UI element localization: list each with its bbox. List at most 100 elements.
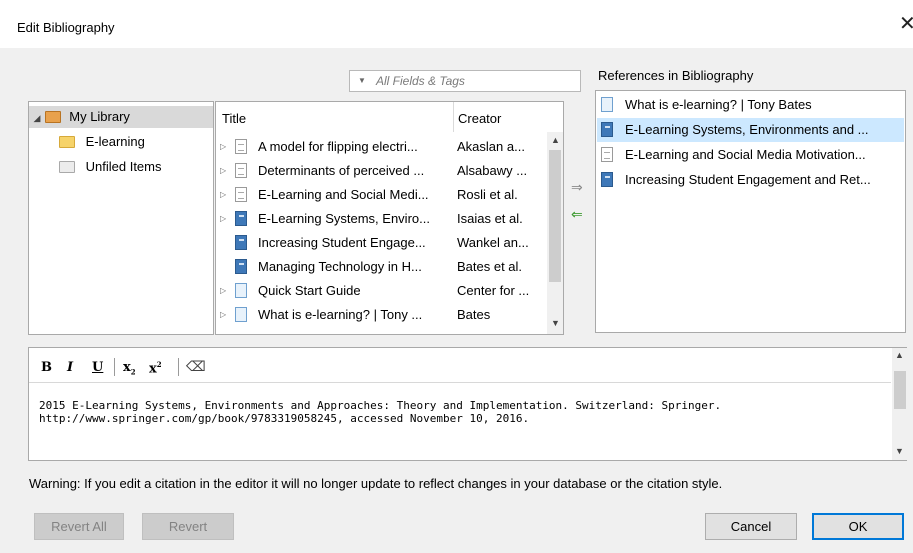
web-page-icon xyxy=(601,97,613,112)
table-row[interactable]: ▷ E-Learning Systems, Enviro... Isaias e… xyxy=(216,208,546,230)
bibliography-item-text: E-Learning Systems, Environments and ... xyxy=(625,122,869,137)
document-icon xyxy=(235,139,247,154)
items-scrollbar[interactable]: ▲ ▼ xyxy=(547,132,563,334)
table-row[interactable]: ▷ Quick Start Guide Center for ... xyxy=(216,280,546,302)
superscript-label: x xyxy=(149,361,157,377)
row-title: E-Learning and Social Medi... xyxy=(258,187,429,202)
table-row[interactable]: Managing Technology in H... Bates et al. xyxy=(216,256,546,278)
folder-icon xyxy=(59,135,75,148)
table-row[interactable]: ▷ Determinants of perceived ... Alsabawy… xyxy=(216,160,546,182)
expand-triangle-icon[interactable]: ▷ xyxy=(220,184,226,206)
tree-item-unfiled-items[interactable]: Unfiled Items xyxy=(59,156,162,178)
bold-button[interactable]: B xyxy=(41,360,52,375)
scroll-up-icon[interactable]: ▲ xyxy=(895,350,904,360)
tree-item-label: My Library xyxy=(69,109,130,124)
row-creator: Alsabawy ... xyxy=(457,163,528,178)
add-to-bibliography-arrow-icon[interactable]: ⇒ xyxy=(571,180,583,194)
table-row[interactable]: ▷ E-Learning and Social Medi... Rosli et… xyxy=(216,184,546,206)
document-icon xyxy=(235,163,247,178)
row-title: What is e-learning? | Tony ... xyxy=(258,307,423,322)
row-creator: Wankel an... xyxy=(457,235,529,250)
row-title: Increasing Student Engage... xyxy=(258,235,426,250)
row-title: Managing Technology in H... xyxy=(258,259,422,274)
tree-item-label: E-learning xyxy=(85,134,145,149)
column-divider[interactable] xyxy=(453,102,454,132)
tree-item-e-learning[interactable]: E-learning xyxy=(59,131,145,153)
items-table[interactable]: Title Creator ▷ A model for flipping ele… xyxy=(215,101,564,335)
scroll-up-icon[interactable]: ▲ xyxy=(551,135,560,145)
scroll-down-icon[interactable]: ▼ xyxy=(551,318,560,328)
bibliography-item[interactable]: Increasing Student Engagement and Ret... xyxy=(597,168,904,192)
bibliography-label: References in Bibliography xyxy=(598,68,754,83)
remove-from-bibliography-arrow-icon[interactable]: ⇐ xyxy=(571,207,583,221)
warning-message: Warning: If you edit a citation in the e… xyxy=(29,476,723,491)
expand-triangle-icon[interactable]: ▷ xyxy=(220,208,226,230)
bibliography-list[interactable]: What is e-learning? | Tony Bates E-Learn… xyxy=(595,90,906,333)
expand-triangle-icon[interactable]: ▷ xyxy=(220,160,226,182)
bibliography-item-text: What is e-learning? | Tony Bates xyxy=(625,97,812,112)
toolbar-divider xyxy=(29,382,891,383)
bibliography-item[interactable]: E-Learning Systems, Environments and ... xyxy=(597,118,904,142)
scrollbar-thumb[interactable] xyxy=(894,371,906,409)
column-header-creator[interactable]: Creator xyxy=(458,102,501,132)
cancel-button[interactable]: Cancel xyxy=(705,513,797,540)
citation-text[interactable]: 2015 E-Learning Systems, Environments an… xyxy=(39,399,889,425)
web-page-icon xyxy=(235,283,247,298)
close-icon[interactable]: ✕ xyxy=(899,14,913,34)
web-page-icon xyxy=(235,307,247,322)
chevron-down-icon[interactable]: ▼ xyxy=(358,76,366,85)
document-icon xyxy=(601,147,613,162)
row-creator: Akaslan a... xyxy=(457,139,525,154)
subscript-label: x xyxy=(123,360,131,375)
row-title: Quick Start Guide xyxy=(258,283,361,298)
column-header-title[interactable]: Title xyxy=(222,102,246,132)
italic-button[interactable]: I xyxy=(67,360,73,375)
row-creator: Isaias et al. xyxy=(457,211,523,226)
toolbar-separator xyxy=(178,358,179,376)
expand-triangle-icon[interactable]: ▷ xyxy=(220,136,226,158)
library-folder-icon xyxy=(44,110,61,123)
scroll-down-icon[interactable]: ▼ xyxy=(895,446,904,456)
row-creator: Bates xyxy=(457,307,491,322)
book-icon xyxy=(235,259,247,274)
title-bar xyxy=(0,0,913,48)
bibliography-item[interactable]: What is e-learning? | Tony Bates xyxy=(597,93,904,117)
bibliography-item-text: E-Learning and Social Media Motivation..… xyxy=(625,147,866,162)
toolbar-separator xyxy=(114,358,115,376)
search-placeholder: All Fields & Tags xyxy=(376,74,465,88)
revert-all-button[interactable]: Revert All xyxy=(34,513,124,540)
search-filter-input[interactable]: ▼ All Fields & Tags xyxy=(349,70,581,92)
superscript-button[interactable]: x2 xyxy=(149,360,162,376)
row-title: Determinants of perceived ... xyxy=(258,163,425,178)
book-icon xyxy=(235,235,247,250)
bibliography-item[interactable]: E-Learning and Social Media Motivation..… xyxy=(597,143,904,167)
eraser-icon[interactable]: ⌫ xyxy=(186,359,206,375)
book-icon xyxy=(235,211,247,226)
tree-item-label: Unfiled Items xyxy=(85,159,162,174)
library-tree[interactable]: ◢ My Library E-learning Unfiled Items xyxy=(28,101,214,335)
book-icon xyxy=(601,122,613,137)
expand-triangle-icon[interactable]: ▷ xyxy=(220,304,226,326)
scrollbar-thumb[interactable] xyxy=(549,150,561,282)
bibliography-item-text: Increasing Student Engagement and Ret... xyxy=(625,172,871,187)
editor-scrollbar[interactable]: ▲ ▼ xyxy=(892,348,907,460)
row-creator: Center for ... xyxy=(457,283,530,298)
row-title: A model for flipping electri... xyxy=(258,139,418,154)
expand-triangle-icon[interactable]: ▷ xyxy=(220,280,226,302)
unfiled-folder-icon xyxy=(59,160,75,173)
row-title: E-Learning Systems, Enviro... xyxy=(258,211,430,226)
ok-button[interactable]: OK xyxy=(812,513,904,540)
table-row[interactable]: Increasing Student Engage... Wankel an..… xyxy=(216,232,546,254)
table-row[interactable]: ▷ A model for flipping electri... Akasla… xyxy=(216,136,546,158)
table-row[interactable]: ▷ What is e-learning? | Tony ... Bates xyxy=(216,304,546,326)
revert-button[interactable]: Revert xyxy=(142,513,234,540)
row-creator: Bates et al. xyxy=(457,259,523,274)
tree-item-my-library[interactable]: ◢ My Library xyxy=(29,106,213,128)
row-creator: Rosli et al. xyxy=(457,187,518,202)
subscript-button[interactable]: x2 xyxy=(123,360,136,377)
underline-button[interactable]: U xyxy=(92,360,103,375)
collapse-triangle-icon[interactable]: ◢ xyxy=(33,107,41,129)
citation-editor[interactable]: B I U x2 x2 ⌫ 2015 E-Learning Systems, E… xyxy=(28,347,907,461)
book-icon xyxy=(601,172,613,187)
window-title: Edit Bibliography xyxy=(17,20,115,35)
